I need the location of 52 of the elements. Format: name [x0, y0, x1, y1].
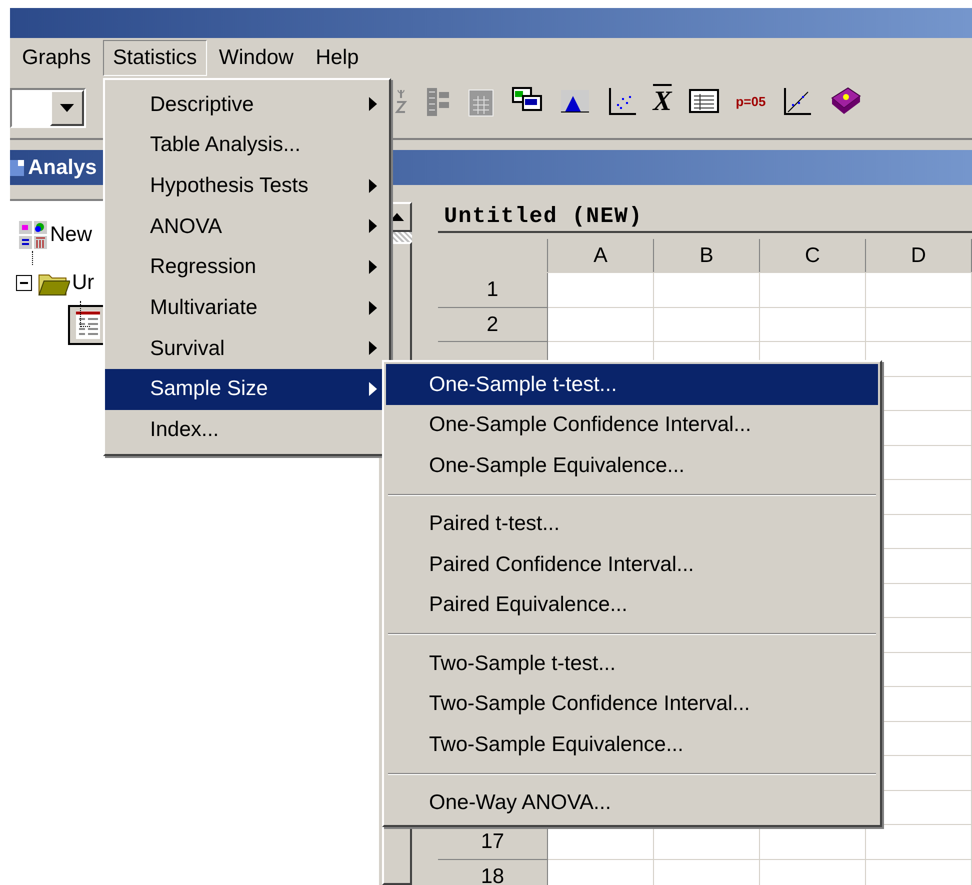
- menu-item[interactable]: Multivariate: [105, 287, 389, 328]
- menu-item[interactable]: Statistics: [102, 40, 207, 76]
- menu-item[interactable]: One-Way ANOVA...: [386, 782, 878, 823]
- collapse-toggle[interactable]: [16, 274, 32, 291]
- row-header: 18: [438, 860, 548, 885]
- table-cell[interactable]: [866, 308, 972, 342]
- menu-item[interactable]: Graphs: [12, 40, 101, 76]
- menu-item[interactable]: Two-Sample Confidence Interval...: [386, 684, 878, 724]
- dropdown-button[interactable]: [50, 90, 84, 126]
- menu-item[interactable]: One-Sample Confidence Interval...: [386, 404, 878, 445]
- column-header: B: [654, 239, 760, 272]
- menu-item[interactable]: Hypothesis Tests: [105, 165, 389, 206]
- menu-item[interactable]: ANOVA: [105, 206, 389, 247]
- scatter-plot-icon[interactable]: [607, 86, 637, 118]
- table-cell[interactable]: [548, 273, 654, 308]
- regression-plot-icon[interactable]: [782, 86, 812, 118]
- table-cell[interactable]: [760, 273, 866, 308]
- menu-item[interactable]: One-Sample t-test...: [386, 364, 878, 404]
- column-header: A: [548, 239, 654, 272]
- row-header: 1: [438, 273, 548, 308]
- menu-item[interactable]: Help: [306, 40, 369, 76]
- window-icon: [10, 158, 26, 178]
- p-value-button[interactable]: p=05: [736, 92, 766, 112]
- menu-item[interactable]: Paired Equivalence...: [386, 584, 878, 625]
- menu-item[interactable]: Survival: [105, 328, 389, 369]
- table-cell[interactable]: [548, 308, 654, 342]
- menu-item[interactable]: Window: [208, 40, 304, 76]
- menu-item[interactable]: Table Analysis...: [105, 124, 389, 166]
- combo-box[interactable]: [10, 88, 86, 128]
- table-cell[interactable]: [760, 308, 866, 342]
- caret-icon: [60, 104, 74, 112]
- table-cell[interactable]: [654, 308, 760, 342]
- mean-button[interactable]: X: [653, 88, 672, 116]
- menu-item[interactable]: One-Sample Equivalence...: [386, 445, 878, 486]
- tree-item[interactable]: Ur: [72, 267, 94, 298]
- menu-item[interactable]: Descriptive: [105, 84, 389, 125]
- row-header: 2: [438, 308, 548, 342]
- column-header: C: [760, 239, 866, 272]
- tree-item[interactable]: New: [50, 219, 92, 250]
- arrow-up-icon: [390, 213, 404, 221]
- menu-item[interactable]: Two-Sample t-test...: [386, 643, 878, 684]
- grid-icon: [18, 220, 48, 250]
- tree-icon[interactable]: [425, 86, 451, 118]
- sheet-title: Untitled (NEW): [444, 202, 643, 230]
- menu-item[interactable]: Paired Confidence Interval...: [386, 544, 878, 584]
- menu-item[interactable]: Paired t-test...: [386, 504, 878, 544]
- column-header: D: [866, 239, 972, 272]
- menu-item[interactable]: Two-Sample Equivalence...: [386, 724, 878, 764]
- window-title: Analys: [28, 154, 97, 181]
- menu-item[interactable]: Regression: [105, 246, 389, 288]
- table-cell[interactable]: [866, 273, 972, 308]
- table-cell[interactable]: [654, 273, 760, 308]
